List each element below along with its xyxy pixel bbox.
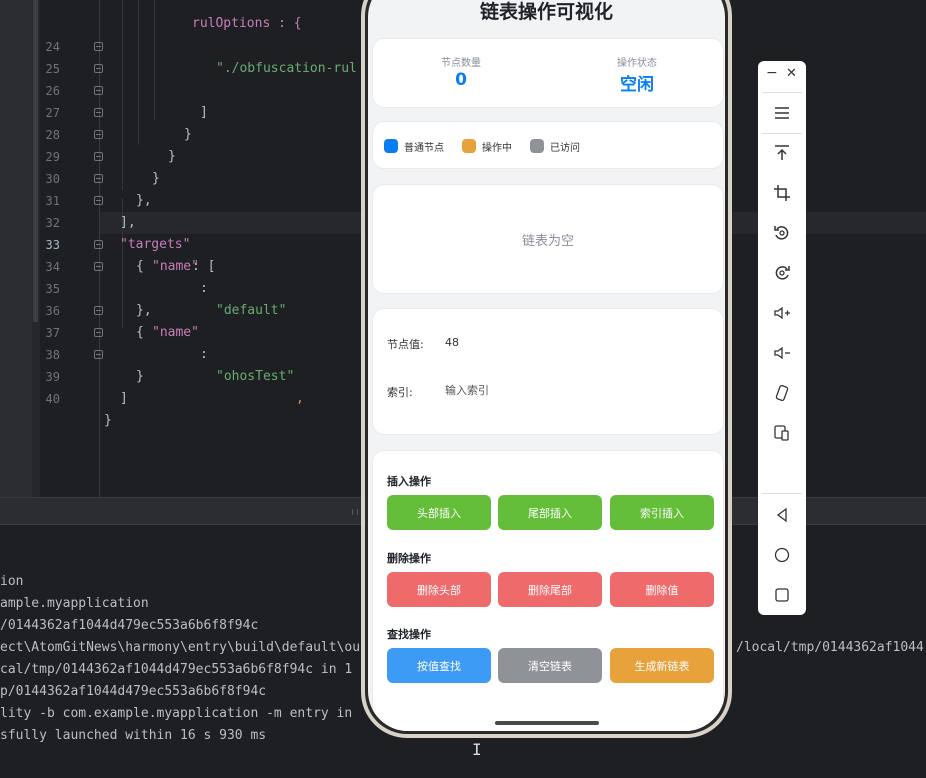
node-count-stat: 节点数量 0 [373, 39, 549, 109]
fold-icon[interactable] [94, 240, 103, 249]
console-line-overflow: /local/tmp/0144362af1044 [736, 640, 924, 655]
console-line: /0144362af1044d479ec553a6b6f8f94c [0, 618, 259, 633]
fold-icon[interactable] [94, 108, 103, 117]
console-line: sfully launched within 16 s 930 ms [0, 728, 267, 743]
fold-icon[interactable] [94, 152, 103, 161]
generate-list-button[interactable]: 生成新链表 [610, 648, 714, 683]
home-icon[interactable] [770, 543, 794, 567]
fold-icon[interactable] [94, 328, 103, 337]
phone-bezel: 链表操作可视化 节点数量 0 操作状态 空闲 普通节点 操作中 已访问 链表为空… [365, 0, 728, 734]
find-section-title: 查找操作 [387, 628, 431, 641]
fold-icon[interactable] [94, 350, 103, 359]
node-value-input[interactable] [445, 329, 705, 355]
toolbar-divider [762, 493, 802, 494]
recents-icon[interactable] [770, 583, 794, 607]
insert-tail-button[interactable]: 尾部插入 [498, 495, 602, 530]
emulator-toolbar: − ✕ [758, 61, 806, 615]
console-line: lity -b com.example.myapplication -m ent… [0, 706, 353, 721]
find-by-value-button[interactable]: 按值查找 [387, 648, 491, 683]
fold-icon[interactable] [94, 42, 103, 51]
empty-list-text: 链表为空 [521, 233, 574, 249]
status-value: 空闲 [620, 75, 654, 95]
phone-emulator: 链表操作可视化 节点数量 0 操作状态 空闲 普通节点 操作中 已访问 链表为空… [361, 0, 732, 738]
console-line: cal/tmp/0144362af1044d479ec553a6b6f8f94c… [0, 662, 353, 677]
fold-icon[interactable] [94, 64, 103, 73]
fold-icon[interactable] [94, 174, 103, 183]
multi-device-icon[interactable] [770, 421, 794, 445]
legend-operating: 操作中 [462, 122, 512, 170]
back-icon[interactable] [770, 503, 794, 527]
page-title: 链表操作可视化 [479, 1, 613, 23]
insert-section-title: 插入操作 [387, 475, 431, 488]
fold-icon[interactable] [94, 196, 103, 205]
legend-swatch [462, 139, 476, 153]
fold-icon[interactable] [94, 130, 103, 139]
delete-tail-button[interactable]: 删除尾部 [498, 572, 602, 607]
delete-head-button[interactable]: 删除头部 [387, 572, 491, 607]
legend-visited: 已访问 [530, 122, 580, 170]
crop-icon[interactable] [770, 181, 794, 205]
status-stat: 操作状态 空闲 [549, 39, 725, 109]
rotate-left-icon[interactable] [770, 221, 794, 245]
fold-icon[interactable] [94, 86, 103, 95]
volume-down-icon[interactable] [770, 341, 794, 365]
splitter-handle-icon[interactable] [352, 509, 358, 515]
console-line: ion [0, 574, 24, 589]
console-line: p/0144362af1044d479ec553a6b6f8f94c [0, 684, 267, 699]
close-icon[interactable]: ✕ [786, 66, 797, 81]
delete-section-title: 删除操作 [387, 552, 431, 565]
index-input[interactable] [445, 377, 705, 403]
phone-screen[interactable]: 链表操作可视化 节点数量 0 操作状态 空闲 普通节点 操作中 已访问 链表为空… [368, 0, 725, 731]
index-label: 索引: [387, 386, 413, 399]
home-indicator[interactable] [495, 721, 599, 725]
delete-value-button[interactable]: 删除值 [610, 572, 714, 607]
toolbar-divider [762, 133, 802, 134]
menu-icon[interactable] [770, 101, 794, 125]
fold-icon[interactable] [94, 262, 103, 271]
shake-icon[interactable] [770, 381, 794, 405]
stats-card: 节点数量 0 操作状态 空闲 [372, 38, 724, 108]
list-visualization: 链表为空 [372, 184, 724, 294]
volume-up-icon[interactable] [770, 301, 794, 325]
legend-normal-node: 普通节点 [384, 122, 444, 170]
clear-list-button[interactable]: 清空链表 [498, 648, 602, 683]
operations-card: 插入操作 头部插入 尾部插入 索引插入 删除操作 删除头部 删除尾部 删除值 查… [372, 450, 724, 731]
text-cursor-icon: I [472, 740, 482, 759]
console-line: ect\AtomGitNews\harmony\entry\build\defa… [0, 640, 361, 655]
input-card: 节点值: 索引: [372, 308, 724, 435]
status-label: 操作状态 [617, 58, 657, 69]
node-value-label: 节点值: [387, 338, 424, 351]
legend-card: 普通节点 操作中 已访问 [372, 121, 724, 169]
insert-head-button[interactable]: 头部插入 [387, 495, 491, 530]
insert-index-button[interactable]: 索引插入 [610, 495, 714, 530]
console-line: ample.myapplication [0, 596, 149, 611]
node-count-label: 节点数量 [441, 58, 481, 69]
pin-top-icon[interactable] [770, 141, 794, 165]
toolbar-window-controls: − ✕ [758, 61, 806, 91]
rotate-right-icon[interactable] [770, 261, 794, 285]
node-count-value: 0 [455, 70, 467, 90]
legend-swatch [384, 139, 398, 153]
fold-icon[interactable] [94, 306, 103, 315]
minimize-icon[interactable]: − [766, 65, 778, 81]
toolbar-divider [762, 92, 802, 93]
legend-swatch [530, 139, 544, 153]
